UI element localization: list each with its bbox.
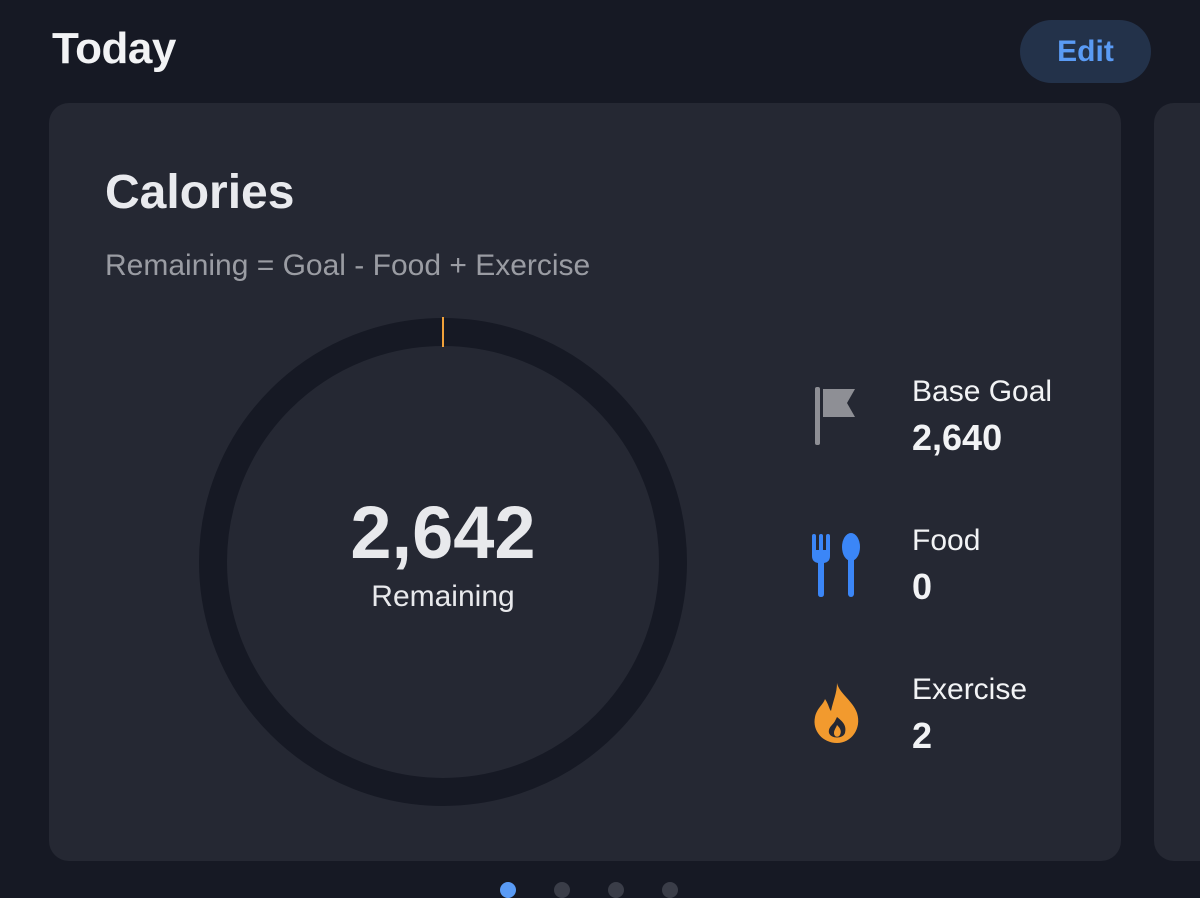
stat-label: Food [912,524,981,557]
next-card-peek[interactable] [1154,103,1200,861]
remaining-value: 2,642 [350,491,536,574]
edit-button[interactable]: Edit [1020,20,1151,83]
page-dot[interactable] [662,882,678,898]
calories-card[interactable]: Calories Remaining = Goal - Food + Exerc… [49,103,1121,861]
stat-label: Exercise [912,673,1028,706]
flag-icon [809,375,865,455]
flame-icon [809,673,865,753]
fork-spoon-icon [809,524,865,604]
stat-value: 2 [912,715,933,756]
page-dot[interactable] [500,882,516,898]
stat-value: 0 [912,566,933,607]
page-dot[interactable] [554,882,570,898]
page-indicator[interactable] [500,882,678,898]
stat-label: Base Goal [912,375,1053,408]
calories-ring: 2,642 Remaining [198,317,688,807]
ring-center: 2,642 Remaining [198,317,688,807]
calories-title: Calories [105,166,295,219]
page-dot[interactable] [608,882,624,898]
stat-value: 2,640 [912,417,1003,458]
stat-base-goal: Base Goal 2,640 [809,375,1109,458]
stat-food: Food 0 [809,524,1109,607]
page-title: Today [52,24,176,73]
remaining-label: Remaining [371,580,515,613]
calories-formula: Remaining = Goal - Food + Exercise [105,249,591,282]
stat-exercise: Exercise 2 [809,673,1109,756]
